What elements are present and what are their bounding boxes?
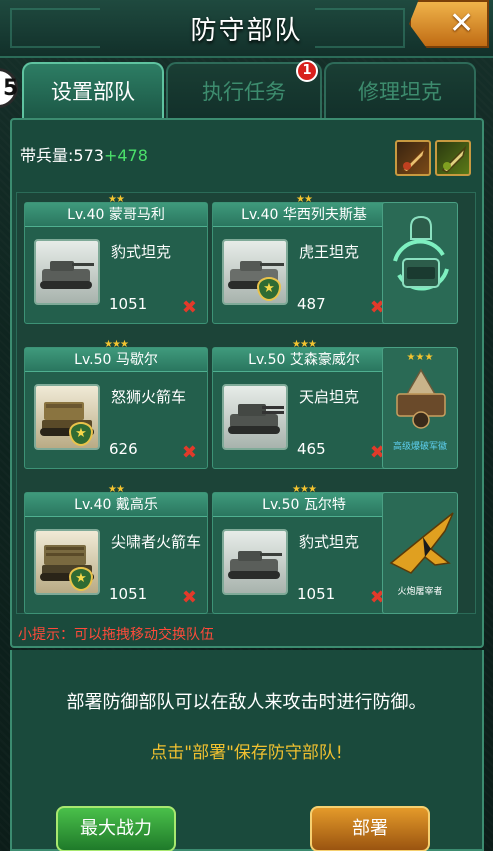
slot-header: Lv.40 戴高乐 (25, 493, 207, 517)
side-indicator-label: 5 (3, 76, 19, 101)
star-rating: ★★★ (292, 339, 317, 350)
unit-power: 465 (297, 440, 326, 458)
deploy-button[interactable]: 部署 (310, 806, 430, 851)
item-slots (395, 140, 471, 178)
star-rating: ★★★ (104, 339, 129, 350)
support-slot[interactable]: 火炮屠宰者 (382, 492, 458, 614)
close-icon: ✕ (449, 6, 475, 41)
commander-name: Lv.40 华西列夫斯基 (241, 207, 367, 223)
slot-header: Lv.40 华西列夫斯基 (213, 203, 395, 227)
unit-slot[interactable]: Lv.40 华西列夫斯基 ★★ ★ 虎王坦克 487 ✖ (212, 194, 396, 324)
slot-header: Lv.50 瓦尔特 (213, 493, 395, 517)
commander-name: Lv.50 艾森豪威尔 (248, 352, 360, 368)
star-rating: ★★ (296, 194, 313, 205)
remove-icon[interactable]: ✖ (182, 587, 197, 608)
drag-hint: 小提示：可以拖拽移动交换队伍 (18, 627, 214, 643)
unit-slot[interactable]: Lv.50 瓦尔特 ★★★ 豹式坦克 1051 ✖ (212, 484, 396, 614)
commander-name: Lv.40 蒙哥马利 (67, 207, 165, 223)
star-rating: ★★★ (406, 352, 434, 363)
unit-slot[interactable]: Lv.50 艾森豪威尔 ★★★ 天启坦克 465 ✖ (212, 339, 396, 469)
swap-icon (393, 215, 449, 291)
troop-capacity-label: 带兵量:573 (20, 146, 104, 165)
unit-slot[interactable]: Lv.40 戴高乐 ★★ ★ 尖啸者火箭车 1051 ✖ (24, 484, 208, 614)
unit-name: 豹式坦克 (299, 533, 360, 551)
star-rating: ★★ (108, 484, 125, 495)
unit-name: 豹式坦克 (111, 243, 172, 261)
item-slot-2[interactable] (435, 140, 471, 176)
tab-repair-tanks[interactable]: 修理坦克 (324, 62, 476, 118)
shell-icon (401, 145, 427, 173)
slot-header: Lv.40 蒙哥马利 (25, 203, 207, 227)
slot-header: Lv.50 马歇尔 (25, 348, 207, 372)
unit-name: 怒狮火箭车 (111, 388, 187, 406)
unit-name: 尖啸者火箭车 (111, 533, 202, 551)
unit-name: 虎王坦克 (299, 243, 360, 261)
slot-header: Lv.50 艾森豪威尔 (213, 348, 395, 372)
tank-image (222, 384, 288, 450)
star-rating: ★★★ (292, 484, 317, 495)
commander-name: Lv.40 戴高乐 (74, 497, 158, 513)
remove-icon[interactable]: ✖ (182, 297, 197, 318)
max-power-button[interactable]: 最大战力 (56, 806, 176, 851)
remove-icon[interactable]: ✖ (182, 442, 197, 463)
unit-power: 487 (297, 295, 326, 313)
item-slot-1[interactable] (395, 140, 431, 176)
defense-description: 部署防御部队可以在敌人来攻击时进行防御。 (66, 692, 427, 713)
unit-slot[interactable]: Lv.50 马歇尔 ★★★ ★ 怒狮火箭车 626 ✖ (24, 339, 208, 469)
troop-capacity-bonus: +478 (103, 146, 148, 165)
unit-power: 1051 (109, 585, 148, 603)
commander-name: Lv.50 瓦尔特 (262, 497, 346, 513)
side-slot-label: 高级爆破军徽 (392, 442, 447, 452)
tank-image (34, 239, 100, 305)
commander-name: Lv.50 马歇尔 (74, 352, 158, 368)
shell-icon (441, 145, 467, 173)
troop-capacity: 带兵量:573+478 (20, 142, 148, 166)
swap-formation-button[interactable] (382, 202, 458, 324)
save-hint: 点击"部署"保存防守部队! (150, 743, 343, 763)
star-rating: ★★ (108, 194, 125, 205)
unit-power: 626 (109, 440, 138, 458)
tank-image (222, 529, 288, 595)
unit-slot[interactable]: Lv.40 蒙哥马利 ★★ 豹式坦克 1051 ✖ (24, 194, 208, 324)
notification-badge: 1 (296, 60, 318, 82)
side-slot-label: 火炮屠宰者 (397, 587, 443, 597)
unit-power: 1051 (297, 585, 336, 603)
unit-name: 天启坦克 (299, 388, 360, 406)
tab-set-troops[interactable]: 设置部队 (22, 62, 164, 118)
badge-slot[interactable]: ★★★ 高级爆破军徽 (382, 347, 458, 469)
unit-power: 1051 (109, 295, 148, 313)
